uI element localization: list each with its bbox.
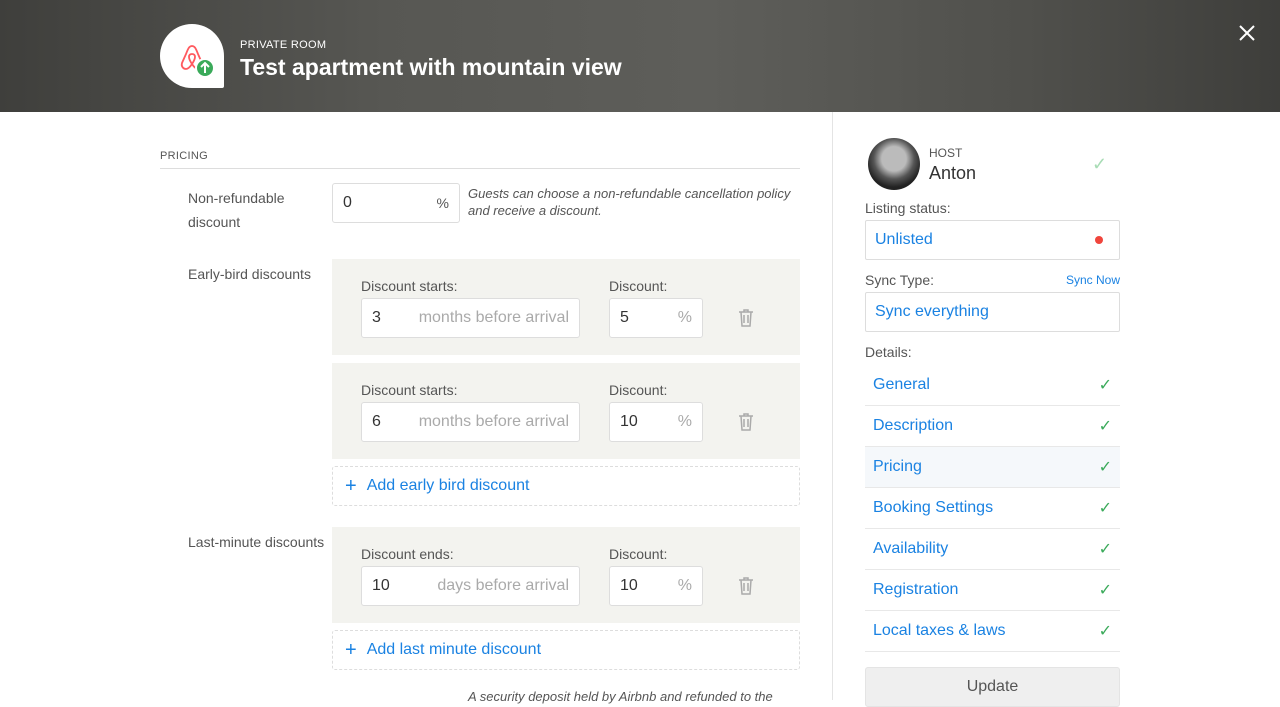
value: 10 bbox=[372, 577, 390, 594]
close-icon[interactable] bbox=[1236, 22, 1258, 44]
add-last-minute-button[interactable]: + Add last minute discount bbox=[332, 630, 800, 670]
listing-header: PRIVATE ROOM Test apartment with mountai… bbox=[0, 0, 1280, 112]
button-label: Add early bird discount bbox=[366, 477, 530, 494]
details-item-label: General bbox=[873, 376, 930, 393]
details-item[interactable]: Description ✓ bbox=[865, 406, 1120, 447]
details-label: Details: bbox=[865, 344, 912, 360]
percent-suffix: % bbox=[436, 195, 449, 211]
early-bird-discount-row: Discount starts: 6 months before arrival … bbox=[332, 363, 800, 459]
listing-status-label: Listing status: bbox=[865, 200, 951, 216]
early-bird-discount-row: Discount starts: 3 months before arrival … bbox=[332, 259, 800, 355]
sync-type-select[interactable]: Sync everything bbox=[865, 292, 1120, 332]
value: 6 bbox=[372, 413, 381, 430]
divider bbox=[160, 168, 800, 169]
non-refundable-input[interactable]: 0% bbox=[332, 183, 460, 223]
details-item[interactable]: Booking Settings ✓ bbox=[865, 488, 1120, 529]
plus-icon: + bbox=[345, 474, 357, 497]
details-item-label: Description bbox=[873, 417, 954, 434]
plus-icon: + bbox=[345, 638, 357, 661]
room-type: PRIVATE ROOM bbox=[240, 39, 327, 51]
details-item-label: Pricing bbox=[873, 458, 922, 475]
non-refundable-label: Non-refundable discount bbox=[188, 190, 285, 230]
arrow-up-icon bbox=[195, 58, 215, 78]
details-item[interactable]: Local taxes & laws ✓ bbox=[865, 611, 1120, 652]
discount-input[interactable]: 10% bbox=[609, 402, 703, 442]
listing-status-select[interactable]: Unlisted bbox=[865, 220, 1120, 260]
details-item[interactable]: Availability ✓ bbox=[865, 529, 1120, 570]
listing-title: Test apartment with mountain view bbox=[240, 54, 622, 80]
trash-icon[interactable] bbox=[738, 413, 754, 431]
details-item-label: Availability bbox=[873, 540, 949, 557]
details-item-label: Booking Settings bbox=[873, 499, 994, 516]
value: 5 bbox=[620, 309, 629, 326]
field-label: Discount starts: bbox=[361, 278, 458, 294]
discount-ends-input[interactable]: 10 days before arrival bbox=[361, 566, 580, 606]
button-label: Add last minute discount bbox=[366, 641, 542, 658]
sync-now-link[interactable]: Sync Now bbox=[1040, 273, 1120, 287]
discount-input[interactable]: 10% bbox=[609, 566, 703, 606]
security-deposit-help: A security deposit held by Airbnb and re… bbox=[468, 689, 773, 704]
field-label: Discount: bbox=[609, 278, 668, 294]
trash-icon[interactable] bbox=[738, 577, 754, 595]
discount-starts-input[interactable]: 3 months before arrival bbox=[361, 298, 580, 338]
field-label: Discount starts: bbox=[361, 382, 458, 398]
add-early-bird-button[interactable]: + Add early bird discount bbox=[332, 466, 800, 506]
check-icon: ✓ bbox=[1092, 154, 1108, 174]
value: Unlisted bbox=[875, 231, 933, 248]
check-icon: ✓ bbox=[1098, 377, 1112, 394]
field-label: Discount ends: bbox=[361, 546, 454, 562]
discount-input[interactable]: 5% bbox=[609, 298, 703, 338]
field-label: Discount: bbox=[609, 546, 668, 562]
unit: months before arrival bbox=[418, 309, 569, 326]
value: 10 bbox=[620, 577, 638, 594]
details-item[interactable]: Pricing ✓ bbox=[865, 447, 1120, 488]
value: 10 bbox=[620, 413, 638, 430]
details-item-label: Registration bbox=[873, 581, 959, 598]
details-item[interactable]: Registration ✓ bbox=[865, 570, 1120, 611]
last-minute-label: Last-minute discounts bbox=[188, 534, 325, 550]
sync-type-label: Sync Type: bbox=[865, 272, 935, 288]
status-dot-icon bbox=[1095, 236, 1103, 244]
check-icon: ✓ bbox=[1098, 418, 1112, 435]
early-bird-label: Early-bird discounts bbox=[188, 266, 311, 282]
check-icon: ✓ bbox=[1098, 500, 1112, 517]
trash-icon[interactable] bbox=[738, 309, 754, 327]
unit: days before arrival bbox=[437, 577, 569, 594]
percent-suffix: % bbox=[677, 577, 692, 594]
value: 3 bbox=[372, 309, 381, 326]
check-icon: ✓ bbox=[1098, 582, 1112, 599]
field-label: Discount: bbox=[609, 382, 668, 398]
section-title: PRICING bbox=[160, 150, 208, 162]
details-item-label: Local taxes & laws bbox=[873, 622, 1006, 639]
discount-starts-input[interactable]: 6 months before arrival bbox=[361, 402, 580, 442]
unit: months before arrival bbox=[418, 413, 569, 430]
non-refundable-help: Guests can choose a non-refundable cance… bbox=[468, 186, 791, 218]
value: 0 bbox=[343, 194, 352, 211]
percent-suffix: % bbox=[677, 309, 692, 326]
host-label: HOST bbox=[929, 146, 963, 160]
host-name: Anton bbox=[929, 163, 977, 183]
percent-suffix: % bbox=[677, 413, 692, 430]
last-minute-discount-row: Discount ends: 10 days before arrival Dis… bbox=[332, 527, 800, 623]
details-item[interactable]: General ✓ bbox=[865, 365, 1120, 406]
check-icon: ✓ bbox=[1098, 459, 1112, 476]
airbnb-logo bbox=[160, 24, 224, 88]
avatar bbox=[868, 138, 920, 190]
update-button[interactable]: Update bbox=[865, 667, 1120, 707]
check-icon: ✓ bbox=[1098, 541, 1112, 558]
check-icon: ✓ bbox=[1098, 623, 1112, 640]
